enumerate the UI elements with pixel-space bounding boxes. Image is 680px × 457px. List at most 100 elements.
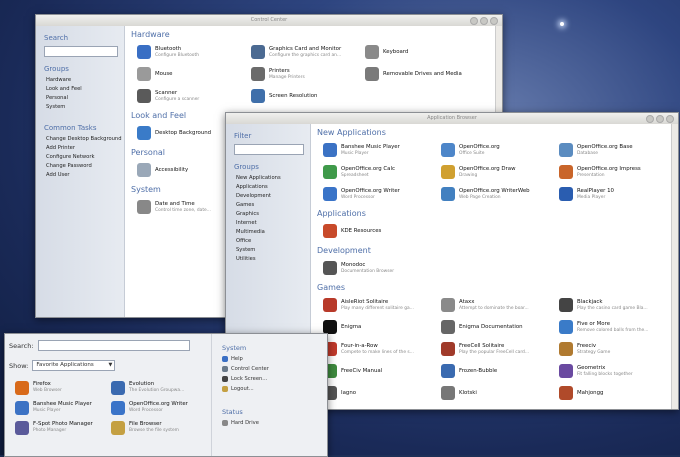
launcher-name: Frozen-Bubble — [459, 367, 498, 374]
maximize-button[interactable] — [480, 17, 488, 25]
launcher-name: Klotski — [459, 389, 477, 396]
section-heading: Applications — [317, 209, 366, 218]
launcher-bluetooth[interactable]: Bluetooth Configure Bluetooth — [137, 41, 251, 63]
group-hardware[interactable]: Hardware — [46, 77, 124, 83]
launcher-freeciv[interactable]: Freeciv Strategy Game — [559, 338, 677, 360]
launcher-four-in-a-row[interactable]: Four-in-a-Row Compete to make lines of th… — [323, 338, 441, 360]
launcher-mahjongg[interactable]: Mahjongg — [559, 382, 677, 404]
group-system[interactable]: System — [46, 104, 124, 110]
launcher-blackjack[interactable]: Blackjack Play the casino card game Bla..… — [559, 294, 677, 316]
menu-item-control-center[interactable]: Control Center — [222, 366, 327, 372]
menu-item-help[interactable]: Help — [222, 356, 327, 362]
launcher-kde-resources[interactable]: KDE Resources — [323, 220, 441, 242]
launcher-geometrix[interactable]: Geometrix Fit falling blocks together — [559, 360, 677, 382]
group-development[interactable]: Development — [236, 193, 310, 199]
group-graphics[interactable]: Graphics — [236, 211, 310, 217]
task-add-user[interactable]: Add User — [46, 172, 124, 178]
launcher-description: Photo Manager — [33, 428, 67, 433]
group-office[interactable]: Office — [236, 238, 310, 244]
favorite-banshee-music-player[interactable]: Banshee Music Player Music Player — [15, 398, 111, 417]
menu-item-logout[interactable]: Logout... — [222, 386, 327, 392]
show-dropdown-value: Favorite Applications — [36, 362, 94, 368]
minimize-button[interactable] — [646, 115, 654, 123]
search-input[interactable] — [44, 46, 118, 57]
launcher-text: F-Spot Photo Manager Photo Manager — [33, 421, 93, 434]
launcher-openoffice-org-writer[interactable]: OpenOffice.org Writer Word Processor — [323, 183, 441, 205]
launcher-graphics-card-and-monitor[interactable]: Graphics Card and Monitor Configure the g… — [251, 41, 365, 63]
launcher-openoffice-org-impress[interactable]: OpenOffice.org Impress Presentation — [559, 161, 677, 183]
launcher-keyboard[interactable]: Keyboard — [365, 41, 479, 63]
favorite-f-spot-photo-manager[interactable]: F-Spot Photo Manager Photo Manager — [15, 418, 111, 437]
launcher-name: OpenOffice.org Writer — [341, 187, 400, 194]
group-personal[interactable]: Personal — [46, 95, 124, 101]
writer-icon — [111, 400, 125, 415]
launcher-removable-drives-and-media[interactable]: Removable Drives and Media — [365, 63, 479, 85]
menu-item-lock-screen[interactable]: Lock Screen... — [222, 376, 327, 382]
group-multimedia[interactable]: Multimedia — [236, 229, 310, 235]
launcher-description: Music Player — [33, 408, 61, 413]
launcher-scanner[interactable]: Scanner Configure a scanner — [137, 85, 251, 107]
group-applications[interactable]: Applications — [236, 184, 310, 190]
show-dropdown[interactable]: Favorite Applications ▼ — [32, 360, 116, 371]
launcher-openoffice-org-calc[interactable]: OpenOffice.org Calc Spreadsheet — [323, 161, 441, 183]
launcher-enigma[interactable]: Enigma — [323, 316, 441, 338]
launcher-text: KDE Resources — [341, 228, 381, 235]
application-browser-content: New Applications Banshee Music Player Musi… — [311, 124, 678, 409]
launcher-description: Configure the graphics card an... — [269, 52, 342, 58]
launcher-printers[interactable]: Printers Manage Printers — [251, 63, 365, 85]
launcher-banshee-music-player[interactable]: Banshee Music Player Music Player — [323, 139, 441, 161]
launcher-iagno[interactable]: Iagno — [323, 382, 441, 404]
group-new-applications[interactable]: New Applications — [236, 175, 310, 181]
maximize-button[interactable] — [656, 115, 664, 123]
launcher-openoffice-org-base[interactable]: OpenOffice.org Base Database — [559, 139, 677, 161]
launcher-openoffice-org-draw[interactable]: OpenOffice.org Draw Drawing — [441, 161, 559, 183]
launcher-name: Accessibility — [155, 166, 189, 173]
menu-item-hard-drive[interactable]: Hard Drive — [222, 420, 327, 426]
group-system[interactable]: System — [236, 247, 310, 253]
launcher-monodoc[interactable]: Monodoc Documentation Browser — [323, 257, 441, 279]
launcher-frozen-bubble[interactable]: Frozen-Bubble — [441, 360, 559, 382]
favorite-evolution[interactable]: Evolution The Evolution Groupwa... — [111, 378, 207, 397]
task-change-password[interactable]: Change Password — [46, 163, 124, 169]
launcher-screen-resolution[interactable]: Screen Resolution — [251, 85, 365, 107]
filter-input[interactable] — [234, 144, 304, 155]
close-button[interactable] — [666, 115, 674, 123]
search-input[interactable] — [37, 340, 190, 351]
group-look-and-feel[interactable]: Look and Feel — [46, 86, 124, 92]
minimize-button[interactable] — [470, 17, 478, 25]
launcher-openoffice-org-writerweb[interactable]: OpenOffice.org WriterWeb Web Page Creatio… — [441, 183, 559, 205]
launcher-description: Fit falling blocks together — [577, 371, 633, 377]
launcher-klotski[interactable]: Klotski — [441, 382, 559, 404]
launcher-freeciv-manual[interactable]: FreeCiv Manual — [323, 360, 441, 382]
group-games[interactable]: Games — [236, 202, 310, 208]
launcher-openoffice-org[interactable]: OpenOffice.org Office Suite — [441, 139, 559, 161]
favorite-firefox[interactable]: Firefox Web Browser — [15, 378, 111, 397]
task-change-desktop-background[interactable]: Change Desktop Background — [46, 136, 124, 142]
launcher-mouse[interactable]: Mouse — [137, 63, 251, 85]
launcher-text: OpenOffice.org WriterWeb Web Page Creatio… — [459, 188, 530, 201]
application-browser-scrollbar[interactable] — [671, 124, 678, 409]
favorite-openoffice-org-writer[interactable]: OpenOffice.org Writer Word Processor — [111, 398, 207, 417]
favorite-file-browser[interactable]: File Browser Browse the file system — [111, 418, 207, 437]
launcher-aisleriot-solitaire[interactable]: AisleRiot Solitaire Play many different s… — [323, 294, 441, 316]
launcher-freecell-solitaire[interactable]: FreeCell Solitaire Play the popular FreeC… — [441, 338, 559, 360]
keyboard-icon — [365, 45, 379, 59]
launcher-name: Banshee Music Player — [341, 143, 400, 150]
launcher-enigma-documentation[interactable]: Enigma Documentation — [441, 316, 559, 338]
launcher-text: OpenOffice.org Base Database — [577, 144, 633, 157]
close-button[interactable] — [490, 17, 498, 25]
launcher-name: FreeCell Solitaire — [459, 342, 505, 349]
launcher-name: FreeCiv Manual — [341, 367, 383, 374]
task-add-printer[interactable]: Add Printer — [46, 145, 124, 151]
task-configure-network[interactable]: Configure Network — [46, 154, 124, 160]
launcher-realplayer-10[interactable]: RealPlayer 10 Media Player — [559, 183, 677, 205]
group-utilities[interactable]: Utilities — [236, 256, 310, 262]
launcher-description: Word Processor — [129, 408, 163, 413]
freeciv-icon — [559, 342, 573, 356]
launcher-text: Date and Time Control time zone, date... — [155, 201, 211, 214]
launcher-ataxx[interactable]: Ataxx Attempt to dominate the boar... — [441, 294, 559, 316]
launcher-five-or-more[interactable]: Five or More Remove colored balls from th… — [559, 316, 677, 338]
groups-heading: Groups — [44, 65, 69, 73]
writer-icon — [323, 187, 337, 201]
group-internet[interactable]: Internet — [236, 220, 310, 226]
